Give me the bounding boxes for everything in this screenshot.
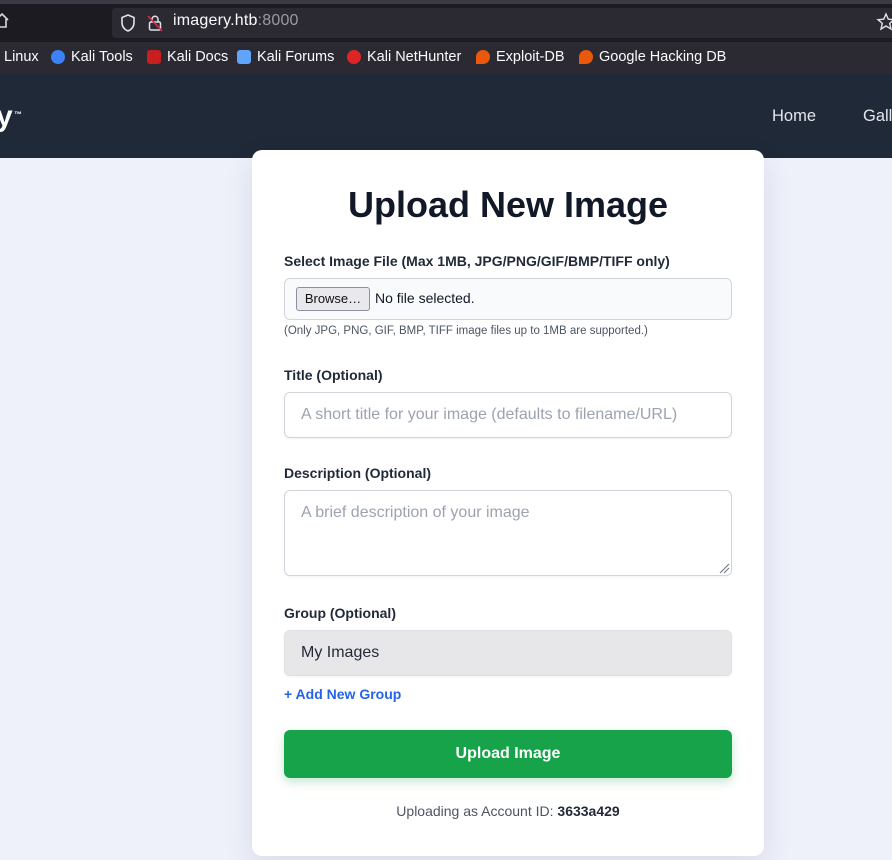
description-label: Description (Optional) xyxy=(284,465,431,481)
logo-trademark: ™ xyxy=(14,110,22,119)
account-id: 3633a429 xyxy=(557,803,620,819)
bookmark-star-icon[interactable] xyxy=(876,12,892,32)
group-label: Group (Optional) xyxy=(284,605,396,621)
bookmark-linux[interactable]: Linux xyxy=(4,49,39,65)
file-status-text: No file selected. xyxy=(375,290,475,306)
bookmark-exploit-db[interactable]: Exploit-DB xyxy=(476,49,565,65)
bookmark-label: Google Hacking DB xyxy=(599,49,727,65)
insecure-lock-icon[interactable] xyxy=(146,13,164,33)
bookmark-kali-tools[interactable]: Kali Tools xyxy=(51,49,133,65)
file-hint-text: (Only JPG, PNG, GIF, BMP, TIFF image fil… xyxy=(284,325,648,337)
url-text[interactable]: imagery.htb:8000 xyxy=(173,12,299,30)
browse-button[interactable]: Browse… xyxy=(296,287,370,311)
site-logo[interactable]: y xyxy=(0,100,13,134)
title-label: Title (Optional) xyxy=(284,367,383,383)
bookmark-google-hacking-db[interactable]: Google Hacking DB xyxy=(579,49,726,65)
add-new-group-link[interactable]: + Add New Group xyxy=(284,686,401,702)
bookmark-label: Kali Tools xyxy=(71,49,133,65)
page-title: Upload New Image xyxy=(347,184,669,225)
kali-nethunter-icon xyxy=(347,50,361,64)
bookmark-label: Kali Docs xyxy=(167,49,229,65)
kali-forums-icon xyxy=(237,50,251,64)
exploit-db-icon xyxy=(476,50,490,64)
ghdb-icon xyxy=(579,50,593,64)
bookmark-label: Exploit-DB xyxy=(496,49,565,65)
bookmark-kali-forums[interactable]: Kali Forums xyxy=(237,49,334,65)
group-selected-value: My Images xyxy=(301,644,380,661)
home-icon[interactable] xyxy=(0,11,10,29)
title-input[interactable] xyxy=(284,392,732,438)
kali-tools-icon xyxy=(51,50,65,64)
bookmark-label: Kali Forums xyxy=(257,49,335,65)
kali-docs-icon xyxy=(147,50,161,64)
bookmark-kali-docs[interactable]: Kali Docs xyxy=(147,49,228,65)
site-header xyxy=(0,74,892,158)
nav-home-link[interactable]: Home xyxy=(772,107,816,126)
tab-strip-edge xyxy=(0,0,892,4)
nav-gallery-link[interactable]: Gall xyxy=(863,107,892,126)
bookmark-label: Kali NetHunter xyxy=(367,49,462,65)
description-textarea[interactable] xyxy=(284,490,732,576)
file-label: Select Image File (Max 1MB, JPG/PNG/GIF/… xyxy=(284,253,670,269)
resize-grip-icon[interactable] xyxy=(719,563,730,574)
bookmark-kali-nethunter[interactable]: Kali NetHunter xyxy=(347,49,461,65)
bookmark-label: Linux xyxy=(4,49,39,65)
account-info: Uploading as Account ID: 3633a429 xyxy=(252,803,764,819)
upload-image-button[interactable]: Upload Image xyxy=(284,730,732,778)
tracking-protection-shield-icon[interactable] xyxy=(119,13,137,33)
account-prefix: Uploading as Account ID: xyxy=(396,803,558,819)
